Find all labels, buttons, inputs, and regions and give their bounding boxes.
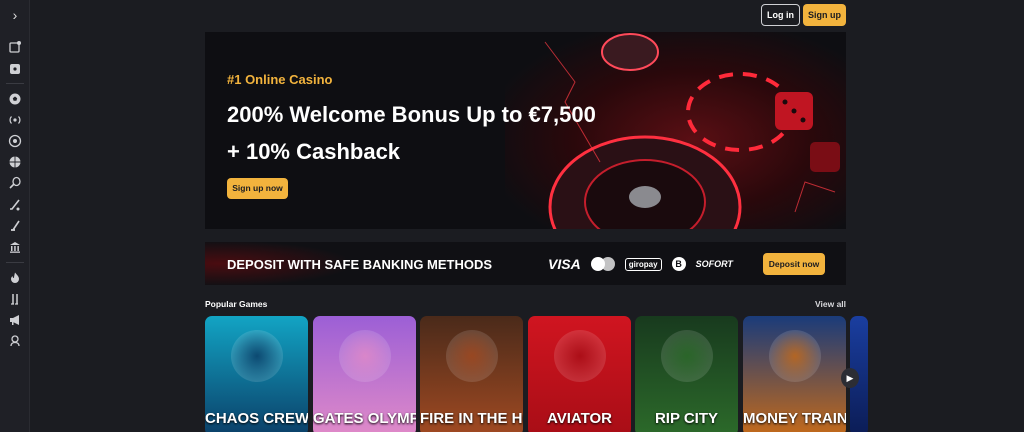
game-art	[231, 330, 283, 382]
banking-banner: DEPOSIT WITH SAFE BANKING METHODS VISA g…	[205, 242, 846, 285]
sidebar-divider	[6, 83, 24, 84]
game-tile[interactable]: GATES OLYMPUS	[313, 316, 416, 432]
tennis-icon[interactable]	[8, 176, 22, 190]
target-icon[interactable]	[8, 134, 22, 148]
promo-subheadline: + 10% Cashback	[227, 139, 401, 164]
fire-icon[interactable]	[8, 271, 22, 285]
visa-logo: VISA	[548, 256, 581, 272]
game-art	[339, 330, 391, 382]
payment-methods: VISA giropay B SOFORT	[548, 255, 733, 273]
game-title: RIP CITY	[654, 410, 719, 427]
game-tile[interactable]: MONEY TRAIN 4	[743, 316, 846, 432]
soccer-icon[interactable]	[8, 92, 22, 106]
support-icon[interactable]	[8, 334, 22, 348]
live-icon[interactable]	[8, 113, 22, 127]
golf-icon[interactable]	[8, 219, 22, 233]
view-all-link[interactable]: View all	[815, 299, 846, 309]
game-tile[interactable]: CHAOS CREW 2	[205, 316, 308, 432]
promo-signup-button[interactable]: Sign up now	[227, 178, 288, 199]
game-art	[554, 330, 606, 382]
games-carousel: CHAOS CREW 2 GATES OLYMPUS FIRE IN THE H…	[205, 316, 868, 432]
sidebar: ›	[0, 0, 30, 432]
mastercard-logo	[590, 257, 615, 271]
carousel-next-button[interactable]: ▶	[841, 368, 859, 388]
game-tile[interactable]: FIRE IN THE HOLE 2	[420, 316, 523, 432]
casino-icon[interactable]	[8, 62, 22, 76]
bank-icon[interactable]	[8, 240, 22, 254]
chevron-right-icon[interactable]: ›	[8, 8, 22, 22]
game-title: MONEY TRAIN 4	[743, 410, 846, 427]
giropay-logo: giropay	[624, 257, 662, 271]
promo-eyebrow: #1 Online Casino	[227, 72, 333, 87]
game-tile[interactable]: RIP CITY	[635, 316, 738, 432]
game-title: GATES OLYMPUS	[313, 410, 416, 427]
megaphone-icon[interactable]	[8, 313, 22, 327]
popular-games-title: Popular Games	[205, 299, 268, 309]
top-bar	[31, 0, 1024, 32]
hockey-icon[interactable]	[8, 198, 22, 212]
login-button[interactable]: Log in	[761, 4, 800, 26]
bitcoin-logo: B	[671, 257, 686, 271]
banking-title: DEPOSIT WITH SAFE BANKING METHODS	[227, 257, 493, 272]
sofort-logo: SOFORT	[695, 259, 733, 269]
basketball-icon[interactable]	[8, 155, 22, 169]
signup-button[interactable]: Sign up	[803, 4, 846, 26]
game-title: AVIATOR	[546, 410, 612, 427]
game-title: CHAOS CREW 2	[205, 410, 308, 427]
promo-headline: 200% Welcome Bonus Up to €7,500	[227, 102, 596, 127]
game-tile[interactable]: AVIATOR	[528, 316, 631, 432]
sidebar-divider	[6, 262, 24, 263]
slots-icon[interactable]	[8, 292, 22, 306]
sports-icon[interactable]	[8, 40, 22, 54]
game-title: FIRE IN THE HOLE 2	[420, 410, 523, 427]
game-art	[446, 330, 498, 382]
game-art	[661, 330, 713, 382]
roulette-illustration	[544, 33, 840, 229]
deposit-button[interactable]: Deposit now	[763, 253, 825, 275]
game-art	[769, 330, 821, 382]
promo-banner[interactable]: #1 Online Casino 200% Welcome Bonus Up t…	[205, 32, 846, 229]
